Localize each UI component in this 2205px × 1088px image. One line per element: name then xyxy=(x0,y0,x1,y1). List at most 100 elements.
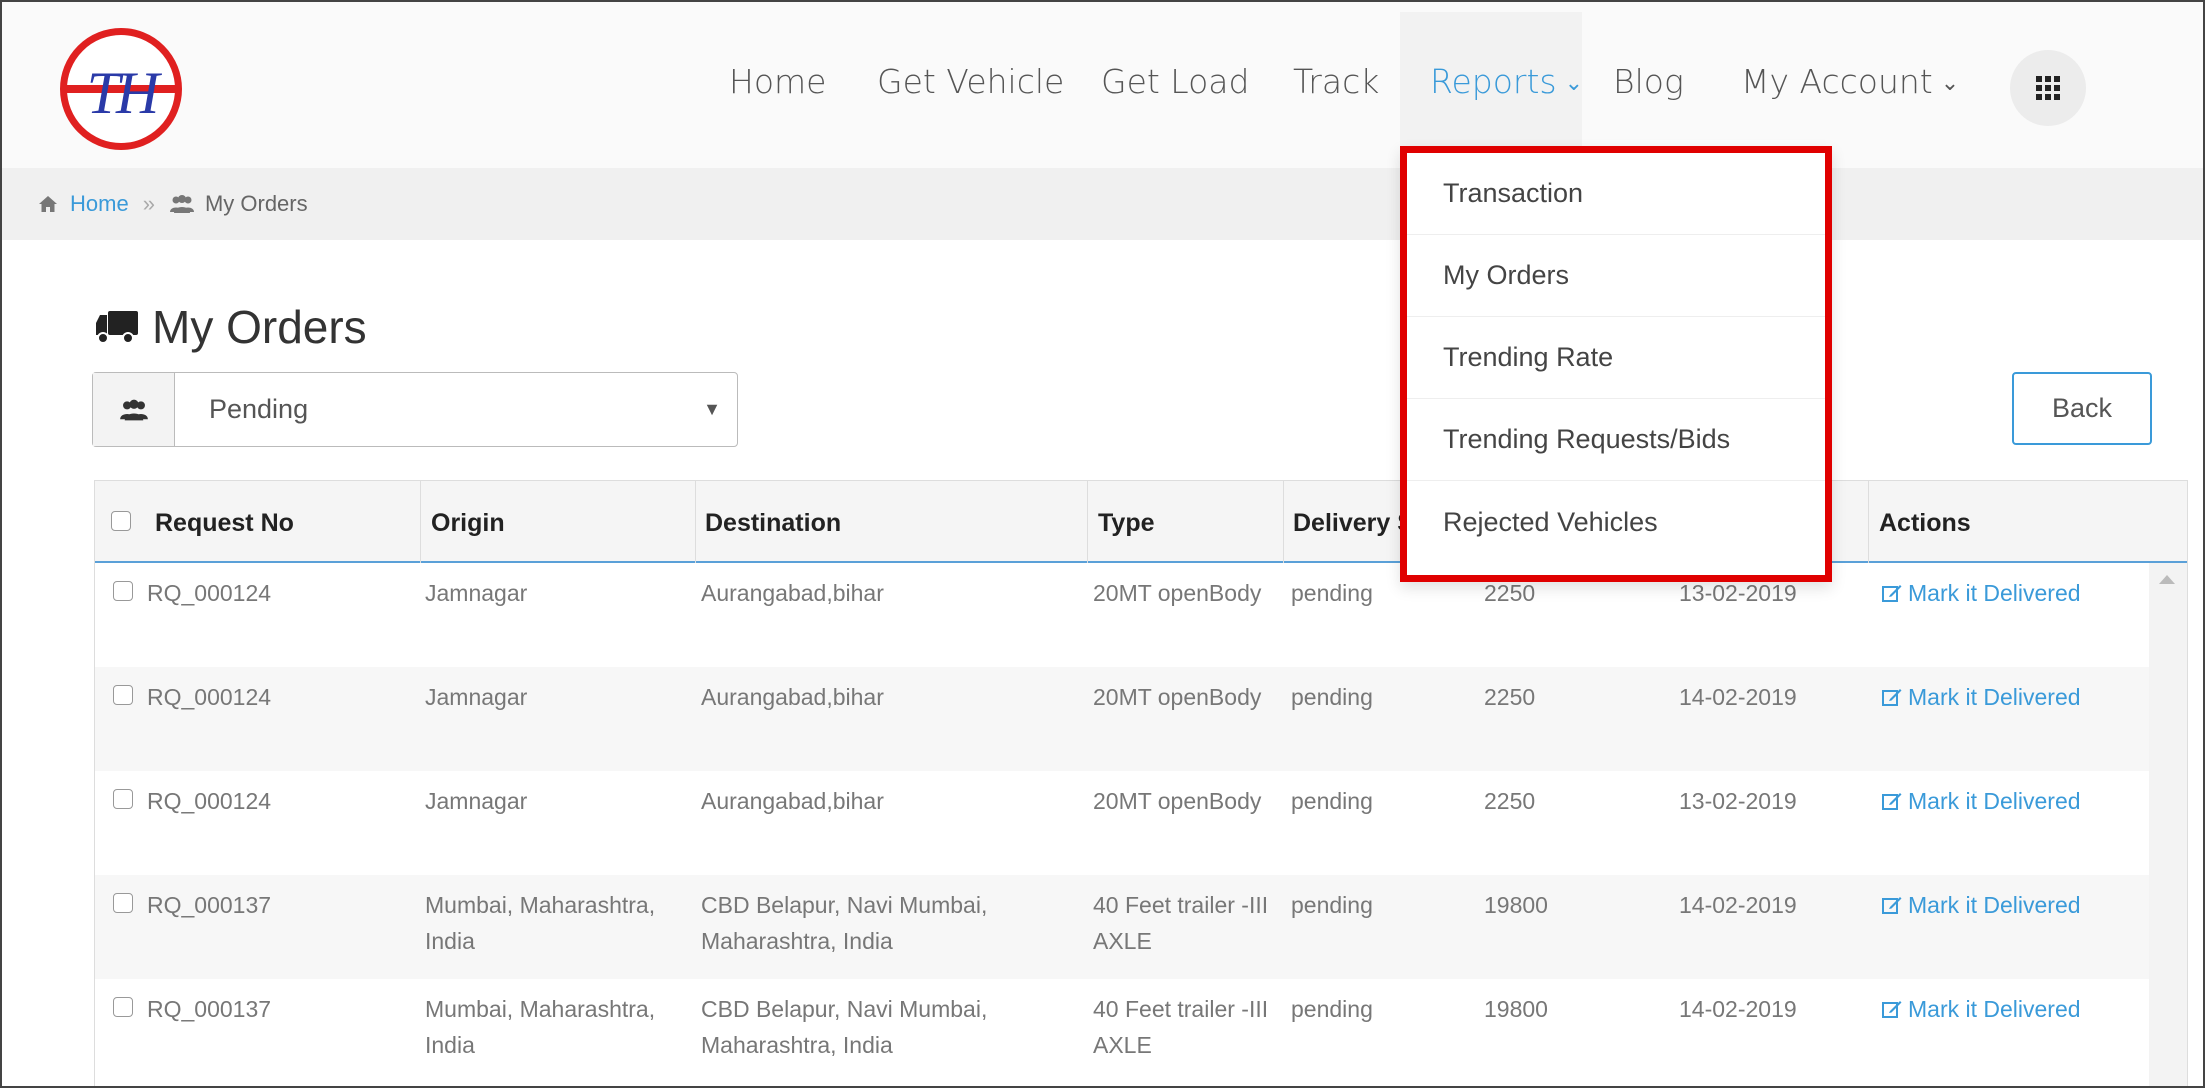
mark-delivered-label: Mark it Delivered xyxy=(1908,684,2081,710)
cell-type: 20MT openBody xyxy=(1093,575,1261,611)
home-icon xyxy=(39,196,57,212)
table-header: Request No Origin Destination Type Deliv… xyxy=(95,481,2187,563)
cell-type-line: AXLE xyxy=(1093,1032,1152,1058)
edit-icon xyxy=(1882,793,1902,810)
menu-item-transaction[interactable]: Transaction xyxy=(1407,153,1825,235)
filter-addon xyxy=(93,373,175,446)
cell-amount: 2250 xyxy=(1484,788,1536,814)
nav-home[interactable]: Home xyxy=(729,62,826,101)
mark-delivered-label: Mark it Delivered xyxy=(1908,788,2081,814)
cell-origin-line: Mumbai, Maharashtra, xyxy=(425,996,656,1022)
edit-icon xyxy=(1882,897,1902,914)
table-row: RQ_000124 Jamnagar Aurangabad,bihar 20MT… xyxy=(95,667,2149,771)
cell-request-no: RQ_000137 xyxy=(147,996,272,1022)
cell-destination-line: Maharashtra, India xyxy=(701,1032,893,1058)
breadcrumb-current: My Orders xyxy=(204,191,308,216)
header-request-no[interactable]: Request No xyxy=(155,509,294,538)
cell-amount: 19800 xyxy=(1484,996,1548,1022)
cell-amount: 2250 xyxy=(1484,684,1536,710)
cell-origin: Mumbai, Maharashtra, India xyxy=(425,991,655,1063)
cell-date: 14-02-2019 xyxy=(1679,892,1797,918)
cell-status: pending xyxy=(1291,892,1373,918)
cell-destination: Aurangabad,bihar xyxy=(701,575,884,611)
apps-grid-icon xyxy=(2036,76,2060,100)
nav-my-account[interactable]: My Account ⌄ xyxy=(1741,62,1959,101)
select-all-checkbox[interactable] xyxy=(111,511,131,531)
cell-origin-line: Jamnagar xyxy=(425,788,528,814)
table-row: RQ_000124 Jamnagar Aurangabad,bihar 20MT… xyxy=(95,771,2149,875)
menu-item-my-orders[interactable]: My Orders xyxy=(1407,235,1825,317)
page-title: My Orders xyxy=(94,300,367,354)
cell-date: 14-02-2019 xyxy=(1679,996,1797,1022)
cell-date: 13-02-2019 xyxy=(1679,788,1797,814)
users-icon xyxy=(119,399,148,420)
cell-origin: Jamnagar xyxy=(425,679,527,715)
table-row: RQ_000137 Mumbai, Maharashtra, India CBD … xyxy=(95,875,2149,979)
header-destination[interactable]: Destination xyxy=(705,509,841,538)
cell-destination-line: Maharashtra, India xyxy=(701,928,893,954)
nav-get-vehicle[interactable]: Get Vehicle xyxy=(877,62,1064,101)
nav-reports-label: Reports xyxy=(1430,62,1557,101)
breadcrumb-home-link[interactable]: Home xyxy=(70,191,129,217)
cell-origin-line: Mumbai, Maharashtra, xyxy=(425,892,656,918)
nav-blog[interactable]: Blog xyxy=(1613,62,1684,101)
cell-status: pending xyxy=(1291,580,1373,606)
mark-delivered-link[interactable]: Mark it Delivered xyxy=(1882,991,2081,1027)
row-checkbox[interactable] xyxy=(113,789,133,809)
cell-destination-line: Aurangabad,bihar xyxy=(701,580,884,606)
menu-item-rejected-vehicles[interactable]: Rejected Vehicles xyxy=(1407,481,1825,563)
menu-item-trending-requests-bids[interactable]: Trending Requests/Bids xyxy=(1407,399,1825,481)
row-checkbox[interactable] xyxy=(113,581,133,601)
row-checkbox[interactable] xyxy=(113,893,133,913)
status-filter-select[interactable]: Pending ▼ xyxy=(92,372,738,447)
orders-table: Request No Origin Destination Type Deliv… xyxy=(94,480,2188,1086)
filter-selected-value: Pending xyxy=(209,394,309,424)
row-checkbox[interactable] xyxy=(113,997,133,1017)
cell-type-line: 40 Feet trailer -III xyxy=(1093,892,1269,918)
users-icon xyxy=(169,195,194,213)
page-title-text: My Orders xyxy=(152,301,367,353)
scroll-up-arrow-icon[interactable] xyxy=(2159,575,2175,584)
header-delivery-status[interactable]: Delivery S xyxy=(1293,509,1414,538)
cell-origin-line: Jamnagar xyxy=(425,684,528,710)
mark-delivered-label: Mark it Delivered xyxy=(1908,892,2081,918)
nav-reports[interactable]: Reports ⌄ xyxy=(1430,62,1583,101)
table-scrollbar[interactable] xyxy=(2149,563,2187,1086)
reports-dropdown-menu: Transaction My Orders Trending Rate Tren… xyxy=(1400,146,1832,582)
nav-my-account-label: My Account xyxy=(1741,62,1933,101)
truck-icon xyxy=(96,311,138,344)
cell-type: 40 Feet trailer -III AXLE xyxy=(1093,887,1268,959)
cell-destination: Aurangabad,bihar xyxy=(701,679,884,715)
cell-request-no: RQ_000124 xyxy=(147,684,272,710)
cell-destination-line: Aurangabad,bihar xyxy=(701,684,884,710)
cell-type: 40 Feet trailer -III AXLE xyxy=(1093,991,1268,1063)
back-button[interactable]: Back xyxy=(2012,372,2152,445)
column-divider xyxy=(1283,481,1284,563)
menu-item-trending-rate[interactable]: Trending Rate xyxy=(1407,317,1825,399)
cell-type-line: 20MT openBody xyxy=(1093,684,1262,710)
breadcrumb-separator: » xyxy=(142,191,155,216)
cell-destination: CBD Belapur, Navi Mumbai, Maharashtra, In… xyxy=(701,887,987,959)
cell-destination-line: Aurangabad,bihar xyxy=(701,788,884,814)
cell-type: 20MT openBody xyxy=(1093,783,1261,819)
header-origin[interactable]: Origin xyxy=(431,509,505,538)
logo[interactable]: TH xyxy=(60,28,182,150)
cell-type-line: 20MT openBody xyxy=(1093,788,1262,814)
table-row: RQ_000137 Mumbai, Maharashtra, India CBD … xyxy=(95,979,2149,1083)
header-actions[interactable]: Actions xyxy=(1879,509,1971,538)
mark-delivered-link[interactable]: Mark it Delivered xyxy=(1882,783,2081,819)
apps-grid-button[interactable] xyxy=(2010,50,2086,126)
nav-track[interactable]: Track xyxy=(1293,62,1379,101)
mark-delivered-link[interactable]: Mark it Delivered xyxy=(1882,887,2081,923)
cell-origin-line: Jamnagar xyxy=(425,580,528,606)
mark-delivered-link[interactable]: Mark it Delivered xyxy=(1882,679,2081,715)
cell-request-no: RQ_000137 xyxy=(147,892,272,918)
column-divider xyxy=(1087,481,1088,563)
header-type[interactable]: Type xyxy=(1098,509,1155,538)
nav-get-load[interactable]: Get Load xyxy=(1101,62,1249,101)
cell-origin: Mumbai, Maharashtra, India xyxy=(425,887,655,959)
row-checkbox[interactable] xyxy=(113,685,133,705)
cell-request-no: RQ_000124 xyxy=(147,580,272,606)
mark-delivered-link[interactable]: Mark it Delivered xyxy=(1882,575,2081,611)
cell-destination: Aurangabad,bihar xyxy=(701,783,884,819)
